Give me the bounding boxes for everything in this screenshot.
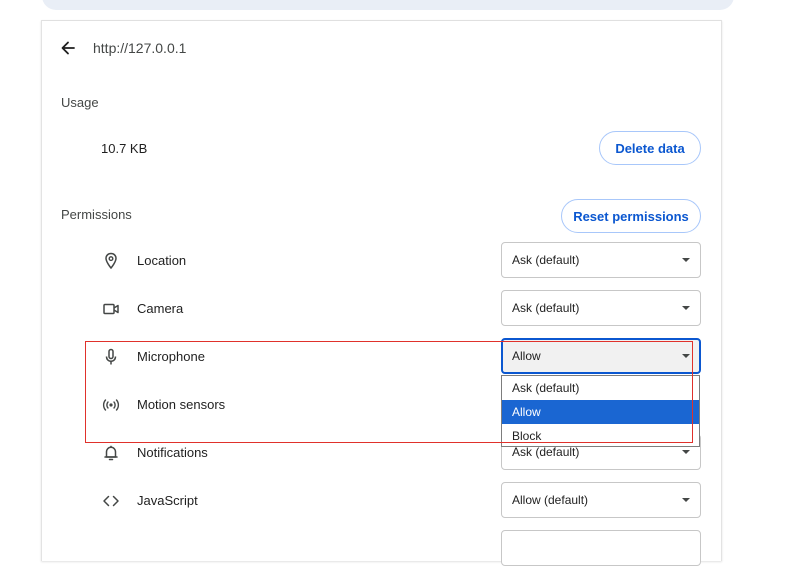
- location-select[interactable]: Ask (default): [501, 242, 701, 278]
- reset-permissions-button[interactable]: Reset permissions: [561, 199, 701, 233]
- caret-down-icon: [682, 258, 690, 262]
- javascript-select-value: Allow (default): [512, 493, 589, 507]
- camera-select-value: Ask (default): [512, 301, 580, 315]
- back-button[interactable]: [58, 38, 78, 58]
- site-url: http://127.0.0.1: [93, 40, 187, 56]
- dropdown-option-ask[interactable]: Ask (default): [502, 376, 699, 400]
- next-permission-select[interactable]: [501, 530, 701, 566]
- dropdown-option-allow[interactable]: Allow: [502, 400, 699, 424]
- motion-sensors-icon: [101, 395, 121, 415]
- search-bar[interactable]: [42, 0, 734, 10]
- usage-value: 10.7 KB: [101, 141, 148, 156]
- permission-label-camera: Camera: [137, 301, 184, 316]
- dropdown-option-block[interactable]: Block: [502, 424, 699, 448]
- microphone-dropdown-list: Ask (default) Allow Block: [501, 375, 700, 447]
- caret-down-icon: [682, 354, 690, 358]
- arrow-left-icon: [61, 41, 75, 55]
- permission-label-notifications: Notifications: [137, 445, 208, 460]
- permission-label-javascript: JavaScript: [137, 493, 198, 508]
- location-select-value: Ask (default): [512, 253, 580, 267]
- caret-down-icon: [682, 450, 690, 454]
- delete-data-button[interactable]: Delete data: [599, 131, 701, 165]
- usage-heading: Usage: [61, 95, 99, 110]
- code-icon: [101, 491, 121, 511]
- microphone-select[interactable]: Allow: [501, 338, 701, 374]
- camera-select[interactable]: Ask (default): [501, 290, 701, 326]
- permissions-heading: Permissions: [61, 207, 132, 222]
- microphone-icon: [101, 347, 121, 367]
- permission-label-microphone: Microphone: [137, 349, 205, 364]
- caret-down-icon: [682, 498, 690, 502]
- permission-label-motion-sensors: Motion sensors: [137, 397, 226, 412]
- permission-label-location: Location: [137, 253, 187, 268]
- bell-icon: [101, 443, 121, 463]
- caret-down-icon: [682, 306, 690, 310]
- location-pin-icon: [101, 251, 121, 271]
- camera-icon: [101, 299, 121, 319]
- microphone-select-value: Allow: [512, 349, 541, 363]
- javascript-select[interactable]: Allow (default): [501, 482, 701, 518]
